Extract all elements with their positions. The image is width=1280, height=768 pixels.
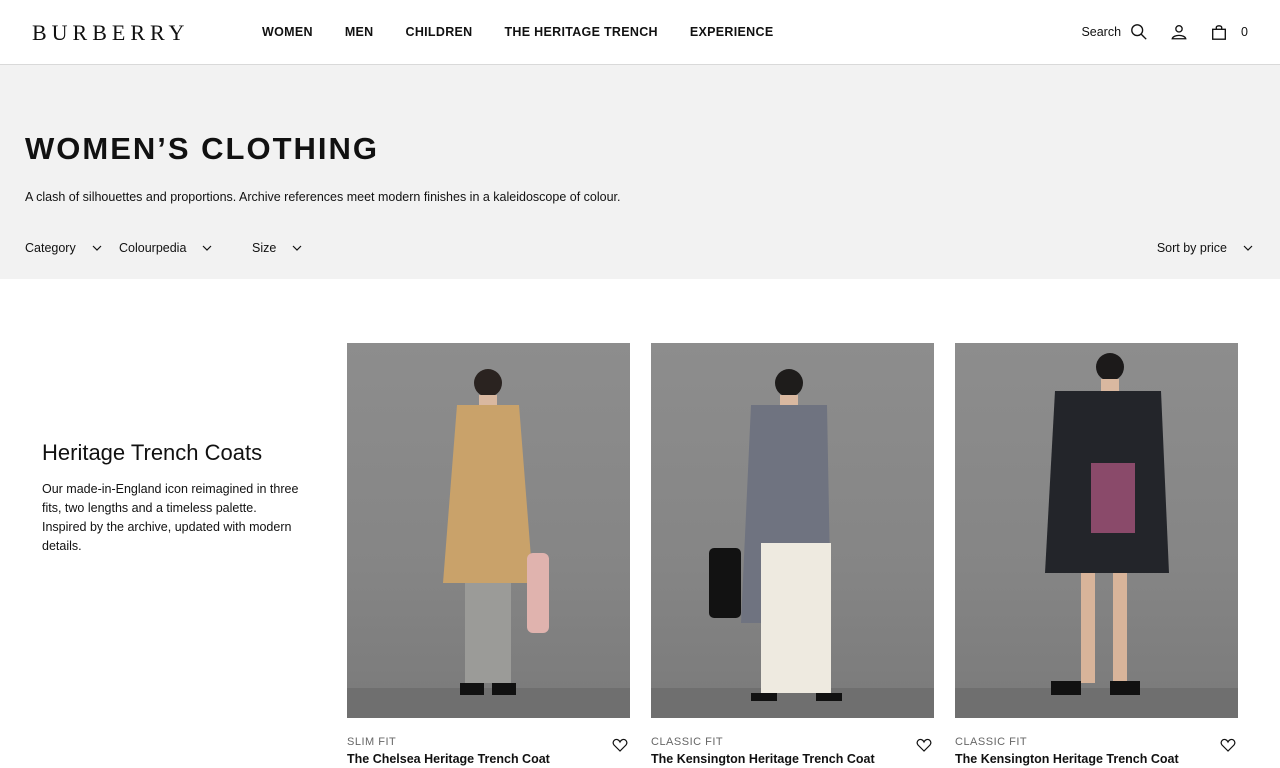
product-fit-label: SLIM FIT <box>347 736 397 748</box>
product-fit-label: CLASSIC FIT <box>955 736 1028 748</box>
filter-category-label: Category <box>25 241 76 255</box>
brand-logo[interactable]: BURBERRY <box>32 20 189 46</box>
product-card[interactable]: CLASSIC FIT The Kensington Heritage Tren… <box>955 343 1238 766</box>
chevron-down-icon <box>292 245 302 251</box>
promo-block: Heritage Trench Coats Our made-in-Englan… <box>42 440 302 556</box>
page-title: WOMEN’S CLOTHING <box>25 131 380 166</box>
filter-size[interactable]: Size <box>252 241 342 255</box>
heart-icon[interactable] <box>916 737 932 753</box>
sort-dropdown[interactable]: Sort by price <box>1157 241 1253 255</box>
search-icon[interactable] <box>1129 22 1149 42</box>
product-card[interactable]: CLASSIC FIT The Kensington Heritage Tren… <box>651 343 934 766</box>
nav-item-men[interactable]: MEN <box>345 25 374 39</box>
nav-item-women[interactable]: WOMEN <box>262 25 313 39</box>
product-name[interactable]: The Kensington Heritage Trench Coat <box>955 752 1179 766</box>
heart-icon[interactable] <box>1220 737 1236 753</box>
bag-icon[interactable] <box>1209 22 1229 42</box>
chevron-down-icon <box>202 245 212 251</box>
product-name[interactable]: The Kensington Heritage Trench Coat <box>651 752 875 766</box>
chevron-down-icon <box>92 245 102 251</box>
sort-label: Sort by price <box>1156 241 1227 255</box>
product-fit-label: CLASSIC FIT <box>651 736 724 748</box>
product-image[interactable] <box>651 343 934 718</box>
filter-colourpedia[interactable]: Colourpedia <box>119 241 252 255</box>
site-header: BURBERRY WOMEN MEN CHILDREN THE HERITAGE… <box>0 0 1280 65</box>
filter-category[interactable]: Category <box>25 241 119 255</box>
nav-item-children[interactable]: CHILDREN <box>406 25 473 39</box>
product-image[interactable] <box>955 343 1238 718</box>
product-card[interactable]: SLIM FIT The Chelsea Heritage Trench Coa… <box>347 343 630 766</box>
heart-icon[interactable] <box>612 737 628 753</box>
bag-count: 0 <box>1241 25 1248 39</box>
product-image[interactable] <box>347 343 630 718</box>
filter-bar: Category Colourpedia Size <box>25 241 342 255</box>
search-label[interactable]: Search <box>1081 25 1121 39</box>
promo-text: Our made-in-England icon reimagined in t… <box>42 482 299 553</box>
account-icon[interactable] <box>1169 22 1189 42</box>
filter-colourpedia-label: Colourpedia <box>119 241 187 255</box>
chevron-down-icon <box>1243 245 1253 251</box>
header-utilities: Search 0 <box>1081 22 1248 42</box>
nav-item-heritage-trench[interactable]: THE HERITAGE TRENCH <box>504 25 657 39</box>
category-hero: WOMEN’S CLOTHING A clash of silhouettes … <box>0 65 1280 279</box>
product-name[interactable]: The Chelsea Heritage Trench Coat <box>347 752 550 766</box>
filter-size-label: Size <box>252 241 277 255</box>
page-description: A clash of silhouettes and proportions. … <box>25 190 621 204</box>
main-nav: WOMEN MEN CHILDREN THE HERITAGE TRENCH E… <box>262 25 805 39</box>
nav-item-experience[interactable]: EXPERIENCE <box>690 25 774 39</box>
promo-title: Heritage Trench Coats <box>42 440 263 465</box>
